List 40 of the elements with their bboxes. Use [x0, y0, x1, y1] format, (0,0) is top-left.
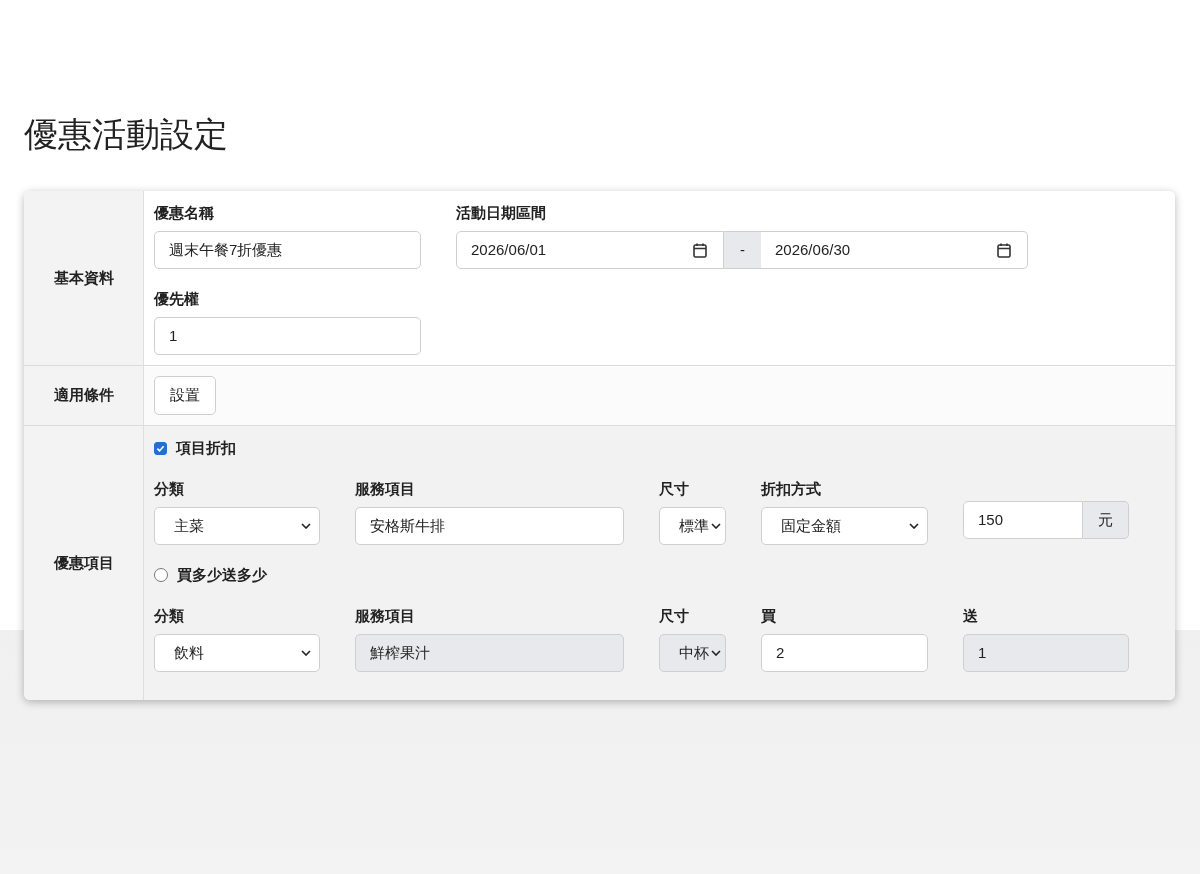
- settings-button[interactable]: 設置: [154, 376, 216, 415]
- select-field[interactable]: 飲料: [154, 634, 320, 672]
- section-header: 基本資料: [24, 191, 144, 365]
- field-label: 折扣方式: [761, 479, 821, 499]
- field-label: 活動日期區間: [456, 203, 546, 223]
- text-field[interactable]: 2: [761, 634, 928, 672]
- select-field[interactable]: 主菜: [154, 507, 320, 545]
- text-field[interactable]: 週末午餐7折優惠: [154, 231, 421, 269]
- field-label: 分類: [154, 606, 184, 626]
- field-label: 送: [963, 606, 978, 626]
- radio-label: 買多少送多少: [177, 565, 267, 585]
- field-label: 分類: [154, 479, 184, 499]
- checkbox[interactable]: [154, 441, 167, 455]
- chevron-down-icon[interactable]: [909, 523, 919, 529]
- chevron-down-icon[interactable]: [711, 523, 721, 529]
- chevron-down-icon[interactable]: [301, 523, 311, 529]
- radio-button[interactable]: [154, 568, 168, 582]
- select-field[interactable]: 標準: [659, 507, 726, 545]
- checkbox-label: 項目折扣: [176, 438, 236, 458]
- date-field[interactable]: 2026/06/30: [761, 231, 1028, 269]
- section-header: 優惠項目: [24, 426, 144, 700]
- field-label: 優惠名稱: [154, 203, 214, 223]
- date-separator: -: [724, 231, 761, 269]
- unit-addon: 元: [1083, 501, 1129, 539]
- calendar-icon[interactable]: [693, 242, 707, 258]
- number-field[interactable]: 150: [963, 501, 1083, 539]
- field-label: 服務項目: [355, 606, 415, 626]
- chevron-down-icon[interactable]: [301, 650, 311, 656]
- select-field[interactable]: 固定金額: [761, 507, 928, 545]
- field-label: 尺寸: [659, 606, 689, 626]
- field-label: 優先權: [154, 289, 199, 309]
- field-label: 尺寸: [659, 479, 689, 499]
- field-label: 買: [761, 606, 776, 626]
- date-field[interactable]: 2026/06/01: [456, 231, 724, 269]
- field-label: 服務項目: [355, 479, 415, 499]
- calendar-icon[interactable]: [997, 242, 1011, 258]
- text-field[interactable]: 1: [154, 317, 421, 355]
- section-header: 適用條件: [24, 366, 144, 425]
- page-title: 優惠活動設定: [24, 114, 228, 155]
- text-field[interactable]: 安格斯牛排: [355, 507, 624, 545]
